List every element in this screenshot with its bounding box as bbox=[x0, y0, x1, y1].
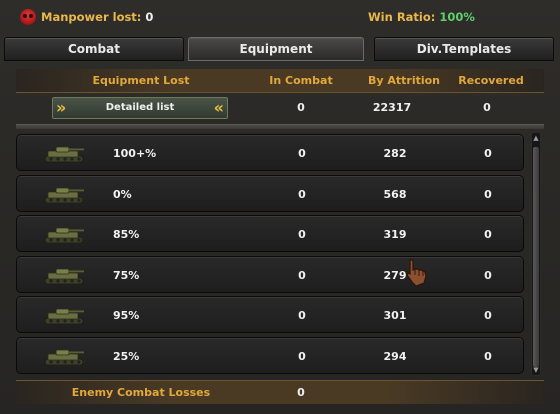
tab-combat[interactable]: Combat bbox=[4, 37, 184, 61]
in-combat-value: 0 bbox=[298, 187, 306, 201]
equipment-row[interactable]: 100+% 0 282 0 bbox=[16, 134, 524, 171]
enemy-losses-value: 0 bbox=[297, 386, 305, 399]
equipment-name: 85% bbox=[113, 228, 140, 241]
equipment-name: 95% bbox=[113, 309, 140, 322]
tank-icon bbox=[44, 146, 84, 163]
total-by-attrition: 22317 bbox=[372, 101, 412, 114]
skull-icon bbox=[20, 9, 36, 25]
list-scrollbar[interactable]: ▲ ▼ bbox=[531, 132, 541, 376]
scroll-up-icon[interactable]: ▲ bbox=[532, 134, 540, 142]
enemy-losses-row: Enemy Combat Losses 0 bbox=[16, 380, 544, 404]
combat-results-panel: Manpower lost: 0 Win Ratio: 100% Combat … bbox=[0, 0, 560, 414]
list-divider bbox=[16, 124, 544, 129]
chevron-left-icon: « bbox=[213, 98, 224, 117]
in-combat-value: 0 bbox=[298, 268, 306, 282]
by-attrition-value: 319 bbox=[383, 228, 407, 241]
in-combat-value: 0 bbox=[298, 228, 306, 241]
recovered-value: 0 bbox=[484, 309, 492, 322]
manpower-lost-label: Manpower lost: bbox=[41, 10, 142, 24]
by-attrition-value: 294 bbox=[383, 349, 407, 363]
tab-div-templates[interactable]: Div.Templates bbox=[374, 37, 554, 61]
detailed-list-label: Detailed list bbox=[105, 102, 175, 113]
scrollbar-thumb[interactable] bbox=[533, 147, 539, 367]
recovered-value: 0 bbox=[484, 187, 492, 201]
total-in-combat: 0 bbox=[297, 101, 305, 114]
tab-equipment[interactable]: Equipment bbox=[188, 37, 364, 61]
chevron-right-icon: » bbox=[56, 98, 67, 117]
tank-icon bbox=[44, 308, 84, 325]
column-in-combat[interactable]: In Combat bbox=[256, 74, 346, 87]
column-by-attrition[interactable]: By Attrition bbox=[354, 74, 454, 87]
equipment-row[interactable]: 0% 0 568 0 bbox=[16, 174, 524, 212]
by-attrition-value: 282 bbox=[383, 147, 407, 160]
stats-bar: Manpower lost: 0 Win Ratio: 100% bbox=[0, 0, 560, 34]
hand-cursor-icon bbox=[406, 259, 427, 287]
tank-icon bbox=[44, 349, 84, 365]
in-combat-value: 0 bbox=[298, 349, 306, 363]
tank-icon bbox=[44, 187, 84, 203]
manpower-lost-value: 0 bbox=[145, 10, 154, 24]
equipment-list: 100+% 0 282 0 0% 0 568 0 85% 0 319 0 75% 0 279 0 95% 0 301… bbox=[16, 132, 528, 376]
equipment-row[interactable]: 75% 0 279 0 bbox=[16, 255, 524, 293]
by-attrition-value: 568 bbox=[383, 187, 407, 201]
win-ratio-value: 100% bbox=[439, 10, 475, 24]
equipment-name: 75% bbox=[113, 268, 140, 282]
recovered-value: 0 bbox=[484, 349, 492, 363]
column-header-row: Equipment Lost In Combat By Attrition Re… bbox=[16, 69, 544, 93]
recovered-value: 0 bbox=[484, 147, 492, 160]
tank-icon bbox=[44, 227, 84, 244]
win-ratio-label: Win Ratio: bbox=[368, 10, 436, 24]
equipment-row[interactable]: 85% 0 319 0 bbox=[16, 215, 524, 252]
manpower-lost-stat: Manpower lost: 0 bbox=[41, 10, 153, 24]
win-ratio-stat: Win Ratio: 100% bbox=[368, 10, 475, 24]
equipment-name: 100+% bbox=[113, 147, 157, 160]
in-combat-value: 0 bbox=[298, 309, 306, 322]
recovered-value: 0 bbox=[484, 268, 492, 282]
in-combat-value: 0 bbox=[298, 147, 306, 160]
total-recovered: 0 bbox=[483, 101, 491, 114]
equipment-row[interactable]: 95% 0 301 0 bbox=[16, 296, 524, 333]
scroll-down-icon[interactable]: ▼ bbox=[532, 366, 540, 374]
enemy-losses-label: Enemy Combat Losses bbox=[71, 386, 211, 399]
equipment-row[interactable]: 25% 0 294 0 bbox=[16, 336, 524, 374]
column-equipment-lost[interactable]: Equipment Lost bbox=[76, 74, 206, 87]
column-recovered[interactable]: Recovered bbox=[448, 74, 534, 87]
by-attrition-value: 301 bbox=[383, 309, 407, 322]
tank-icon bbox=[44, 268, 84, 284]
equipment-name: 25% bbox=[113, 349, 140, 363]
detailed-list-button[interactable]: » Detailed list « bbox=[52, 97, 228, 119]
recovered-value: 0 bbox=[484, 228, 492, 241]
equipment-name: 0% bbox=[113, 187, 132, 201]
